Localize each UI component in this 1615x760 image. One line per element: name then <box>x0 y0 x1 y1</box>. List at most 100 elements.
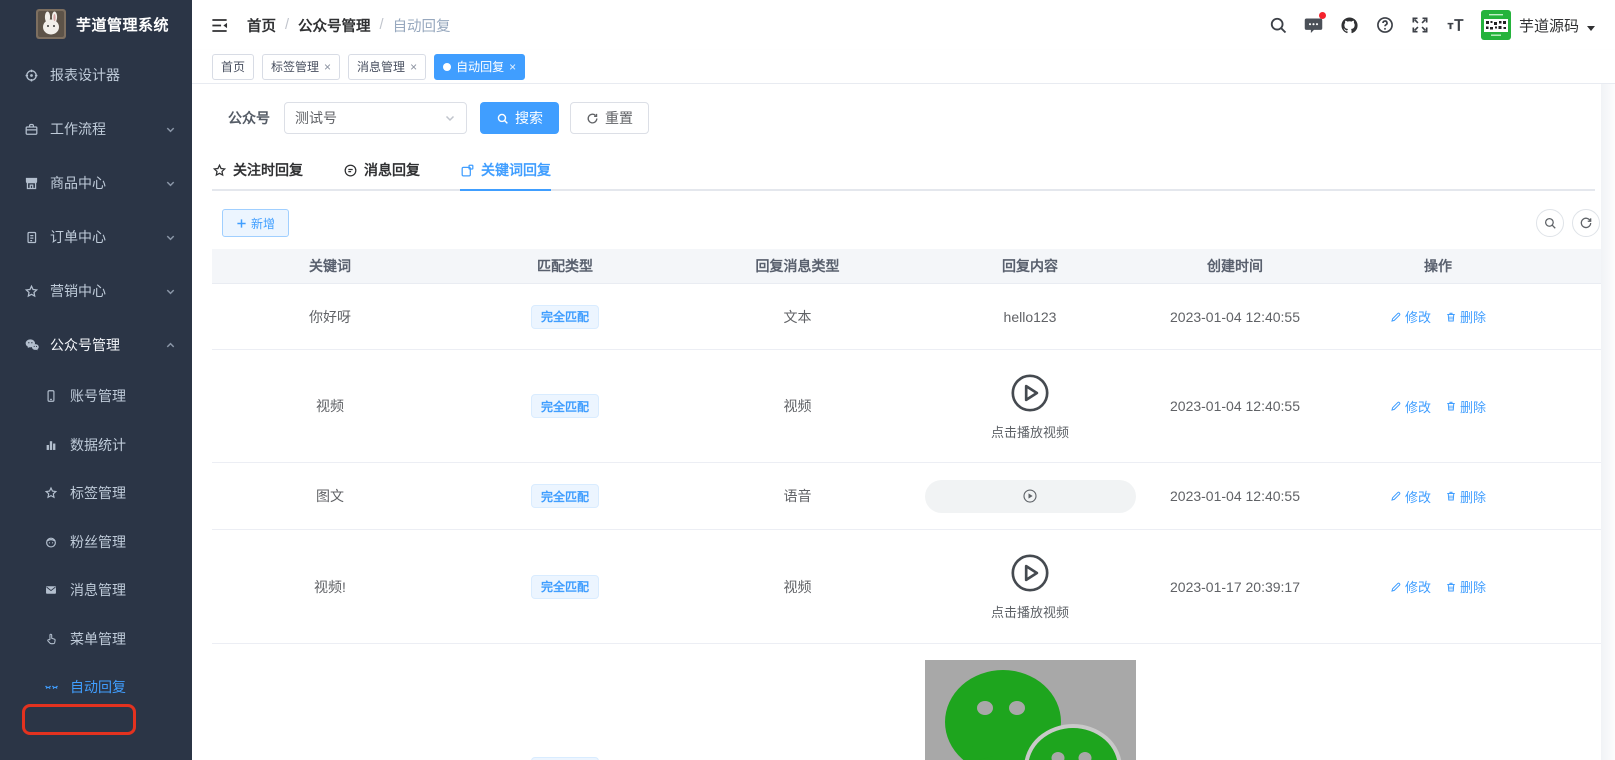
sidebar-item-workflow[interactable]: 工作流程 <box>0 102 192 156</box>
sidebar-fold-icon[interactable] <box>210 16 229 35</box>
refresh-table-button[interactable] <box>1572 209 1600 237</box>
sidebar-subitem-label: 菜单管理 <box>70 629 126 649</box>
sidebar-subitem-label: 粉丝管理 <box>70 532 126 552</box>
col-header-reply-content: 回复内容 <box>913 249 1147 283</box>
match-type-tag: 完全匹配 <box>531 575 599 599</box>
cell-keyword: 你好呀 <box>212 284 448 349</box>
sidebar-subitem-data-stats[interactable]: 数据统计 <box>0 421 192 470</box>
keyword-reply-table: 关键词 匹配类型 回复消息类型 回复内容 创建时间 操作 你好呀 完全匹配 文本… <box>212 249 1601 760</box>
cell-keyword <box>212 644 448 760</box>
sidebar-subitem-auto-reply[interactable]: 自动回复 <box>0 663 192 712</box>
sidebar-subitem-account-mgmt[interactable]: 账号管理 <box>0 372 192 421</box>
fullscreen-icon[interactable] <box>1410 15 1430 35</box>
wechat-image-thumbnail[interactable] <box>925 660 1136 760</box>
sidebar-item-product-center[interactable]: 商品中心 <box>0 156 192 210</box>
github-icon[interactable] <box>1339 15 1360 36</box>
tab-label: 关注时回复 <box>233 160 303 180</box>
sidebar-subitem-menu-mgmt[interactable]: 菜单管理 <box>0 615 192 664</box>
delete-link[interactable]: 删除 <box>1445 577 1486 596</box>
audio-player[interactable] <box>925 480 1136 513</box>
sidebar-item-order-center[interactable]: 订单中心 <box>0 210 192 264</box>
sidebar-subitem-message-mgmt[interactable]: 消息管理 <box>0 566 192 615</box>
close-icon[interactable]: × <box>410 61 417 73</box>
add-button[interactable]: 新增 <box>222 209 289 237</box>
breadcrumb-section[interactable]: 公众号管理 <box>298 15 371 36</box>
chevron-down-icon <box>165 286 176 297</box>
cell-reply-type: 文本 <box>682 284 913 349</box>
play-video-caption: 点击播放视频 <box>991 422 1069 441</box>
sidebar-subitem-tag-mgmt[interactable]: 标签管理 <box>0 469 192 518</box>
col-header-gutter <box>1553 249 1601 283</box>
sidebar-subitem-label: 数据统计 <box>70 435 126 455</box>
sidebar-item-label: 订单中心 <box>50 227 165 247</box>
search-icon[interactable] <box>1268 15 1288 35</box>
toggle-search-button[interactable] <box>1536 209 1564 237</box>
tag-message-mgmt[interactable]: 消息管理 × <box>348 54 426 80</box>
cell-reply-content <box>913 463 1147 529</box>
reset-button[interactable]: 重置 <box>570 102 649 134</box>
reset-button-label: 重置 <box>605 108 633 128</box>
search-button[interactable]: 搜索 <box>480 102 559 134</box>
add-button-label: 新增 <box>251 215 275 232</box>
chevron-down-icon <box>444 112 456 124</box>
edit-link[interactable]: 修改 <box>1390 487 1431 506</box>
cell-reply-type: 视频 <box>682 530 913 643</box>
font-size-icon[interactable] <box>1445 15 1466 35</box>
app-title: 芋道管理系统 <box>76 14 169 35</box>
main-area: 首页 / 公众号管理 / 自动回复 芋道源码 首页 <box>192 0 1615 760</box>
tab-label: 关键词回复 <box>481 160 551 180</box>
page-content: 公众号 测试号 搜索 重置 关注时回复 消息回复 <box>192 84 1615 760</box>
sidebar-item-label: 商品中心 <box>50 173 165 193</box>
cell-keyword: 图文 <box>212 463 448 529</box>
breadcrumb-home[interactable]: 首页 <box>247 15 276 36</box>
sidebar-item-report-designer[interactable]: 报表设计器 <box>0 48 192 102</box>
sidebar-subitem-label: 标签管理 <box>70 483 126 503</box>
active-dot <box>443 63 451 71</box>
sidebar-item-wechat-mgmt[interactable]: 公众号管理 <box>0 318 192 372</box>
tab-label: 消息回复 <box>364 160 420 180</box>
edit-link[interactable]: 修改 <box>1390 397 1431 416</box>
tag-home[interactable]: 首页 <box>212 54 254 80</box>
tag-label: 首页 <box>221 58 245 75</box>
tag-auto-reply[interactable]: 自动回复 × <box>434 54 525 80</box>
play-video-icon[interactable] <box>1009 552 1051 594</box>
delete-link[interactable]: 删除 <box>1445 487 1486 506</box>
sidebar-item-marketing-center[interactable]: 营销中心 <box>0 264 192 318</box>
account-select[interactable]: 测试号 <box>284 102 467 134</box>
plus-icon <box>236 218 247 229</box>
chevron-up-icon <box>165 340 176 351</box>
edit-link[interactable]: 修改 <box>1390 577 1431 596</box>
app-logo-row[interactable]: 芋道管理系统 <box>0 0 192 48</box>
sidebar-subitem-fans-mgmt[interactable]: 粉丝管理 <box>0 518 192 567</box>
delete-link[interactable]: 删除 <box>1445 397 1486 416</box>
topbar-actions: 芋道源码 <box>1268 10 1595 40</box>
comment-circle-icon <box>343 163 358 178</box>
table-row: 视频! 完全匹配 视频 点击播放视频 2023-01-17 20:39:17 修… <box>212 530 1601 644</box>
user-menu[interactable]: 芋道源码 <box>1481 10 1595 40</box>
delete-link[interactable]: 删除 <box>1445 307 1486 326</box>
cell-created-time: 2023-01-04 12:40:55 <box>1147 350 1323 462</box>
help-icon[interactable] <box>1375 15 1395 35</box>
sidebar-subitem-label: 账号管理 <box>70 386 126 406</box>
design-wheel-icon <box>24 68 39 83</box>
search-button-label: 搜索 <box>515 108 543 128</box>
match-type-tag: 完全匹配 <box>531 394 599 418</box>
edit-link[interactable]: 修改 <box>1390 307 1431 326</box>
close-icon[interactable]: × <box>509 61 516 73</box>
col-header-keyword: 关键词 <box>212 249 448 283</box>
tab-message-reply[interactable]: 消息回复 <box>343 160 420 189</box>
wechat-icon <box>24 337 39 353</box>
user-name: 芋道源码 <box>1519 15 1579 36</box>
play-video-icon[interactable] <box>1009 372 1051 414</box>
play-video-caption: 点击播放视频 <box>991 602 1069 621</box>
close-icon[interactable]: × <box>324 61 331 73</box>
cell-created-time: 2023-01-04 12:40:55 <box>1147 463 1323 529</box>
tab-follow-reply[interactable]: 关注时回复 <box>212 160 303 189</box>
message-icon[interactable] <box>1303 15 1324 36</box>
col-header-actions: 操作 <box>1323 249 1553 283</box>
search-form: 公众号 测试号 搜索 重置 <box>192 84 1615 134</box>
tag-label-mgmt[interactable]: 标签管理 × <box>262 54 340 80</box>
tab-keyword-reply[interactable]: 关键词回复 <box>460 160 551 189</box>
scrollbar-gutter[interactable] <box>1601 84 1615 760</box>
cell-keyword: 视频! <box>212 530 448 643</box>
